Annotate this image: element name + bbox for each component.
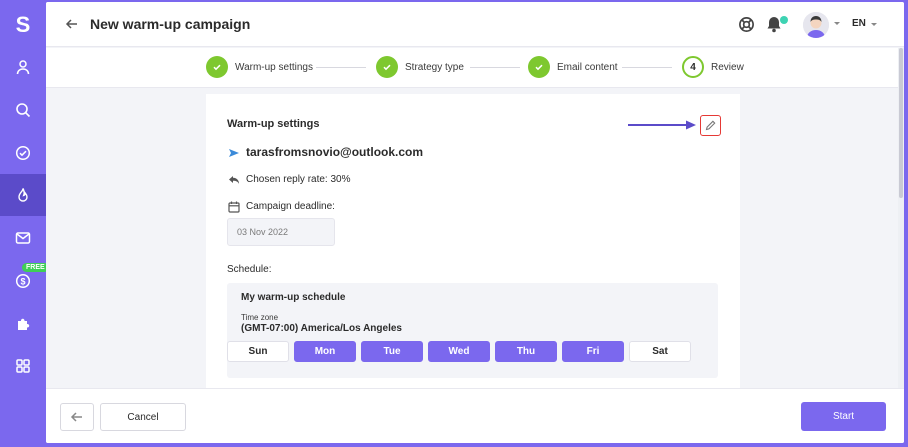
sidebar-item-profile[interactable]: [0, 46, 46, 88]
sidebar-item-apps[interactable]: [0, 345, 46, 387]
top-bar: New warm-up campaign EN: [46, 2, 904, 47]
review-content: Warm-up settings tarasfromsnovio@outlook…: [46, 88, 904, 388]
deadline-label: Campaign deadline:: [246, 201, 335, 212]
step-1-check[interactable]: [206, 56, 228, 78]
step-label[interactable]: Strategy type: [405, 62, 464, 73]
edit-button[interactable]: [700, 115, 721, 136]
scrollbar[interactable]: [898, 48, 904, 388]
annotation-arrow-icon: [628, 120, 696, 130]
step-2-check[interactable]: [376, 56, 398, 78]
dollar-icon: $: [15, 273, 31, 289]
app-logo[interactable]: S: [0, 10, 46, 40]
back-arrow-icon[interactable]: [64, 16, 80, 32]
check-icon: [213, 64, 221, 71]
day-fri[interactable]: Fri: [562, 341, 624, 362]
check-icon: [535, 64, 543, 71]
step-connector: [316, 67, 366, 68]
day-wed[interactable]: Wed: [428, 341, 490, 362]
warmup-settings-card: Warm-up settings tarasfromsnovio@outlook…: [206, 94, 740, 388]
cancel-button[interactable]: Cancel: [100, 403, 186, 431]
chevron-down-icon[interactable]: [833, 19, 841, 27]
reply-icon: [229, 176, 239, 184]
step-connector: [470, 67, 520, 68]
reply-rate: Chosen reply rate: 30%: [246, 174, 351, 185]
notification-dot: [780, 16, 788, 24]
start-button[interactable]: Start: [801, 402, 886, 431]
mail-icon: [15, 232, 31, 244]
sidebar-item-search[interactable]: [0, 89, 46, 131]
svg-text:$: $: [20, 276, 25, 286]
step-label[interactable]: Warm-up settings: [235, 62, 313, 73]
timezone-value: (GMT-07:00) America/Los Angeles: [241, 323, 402, 334]
send-icon: [229, 149, 239, 157]
step-label[interactable]: Review: [711, 62, 744, 73]
footer-bar: Cancel Start: [46, 388, 904, 443]
schedule-panel: My warm-up schedule Time zone (GMT-07:00…: [227, 283, 718, 378]
schedule-name: My warm-up schedule: [241, 292, 346, 303]
sender-email: tarasfromsnovio@outlook.com: [246, 145, 424, 159]
day-sun[interactable]: Sun: [227, 341, 289, 362]
language-selector[interactable]: EN: [852, 18, 866, 29]
arrow-left-icon: [70, 412, 82, 422]
check-circle-icon: [15, 145, 31, 161]
flame-icon: [18, 188, 28, 202]
sidebar-item-email[interactable]: [0, 217, 46, 259]
day-mon[interactable]: Mon: [294, 341, 356, 362]
card-title: Warm-up settings: [227, 118, 320, 130]
help-lifebuoy-icon[interactable]: [738, 16, 755, 33]
sidebar-item-integrations[interactable]: [0, 303, 46, 345]
search-icon: [16, 103, 31, 118]
day-thu[interactable]: Thu: [495, 341, 557, 362]
step-3-check[interactable]: [528, 56, 550, 78]
calendar-icon: [228, 201, 240, 213]
step-label[interactable]: Email content: [557, 62, 618, 73]
puzzle-icon: [18, 318, 30, 330]
progress-stepper: Warm-up settings Strategy type Email con…: [46, 48, 904, 88]
step-4-current[interactable]: 4: [682, 56, 704, 78]
user-icon: [16, 60, 30, 75]
sidebar-item-warmup[interactable]: [0, 174, 46, 216]
schedule-label: Schedule:: [227, 264, 272, 275]
avatar-person-icon: [803, 12, 829, 38]
timezone-label: Time zone: [241, 313, 279, 322]
deadline-date-field[interactable]: 03 Nov 2022: [227, 218, 335, 246]
avatar[interactable]: [803, 12, 829, 38]
back-button[interactable]: [60, 403, 94, 431]
step-connector: [622, 67, 672, 68]
check-icon: [383, 64, 391, 71]
chevron-down-icon[interactable]: [870, 20, 878, 28]
page-title: New warm-up campaign: [90, 16, 251, 32]
main-panel: New warm-up campaign EN Warm-up settings…: [46, 2, 904, 443]
grid-icon: [16, 359, 30, 373]
free-badge: FREE: [22, 263, 49, 272]
sidebar-item-verify[interactable]: [0, 132, 46, 174]
day-tue[interactable]: Tue: [361, 341, 423, 362]
sidebar: S $ FREE: [0, 0, 49, 447]
scrollbar-thumb[interactable]: [899, 48, 903, 198]
day-sat[interactable]: Sat: [629, 341, 691, 362]
pencil-icon: [705, 120, 716, 131]
